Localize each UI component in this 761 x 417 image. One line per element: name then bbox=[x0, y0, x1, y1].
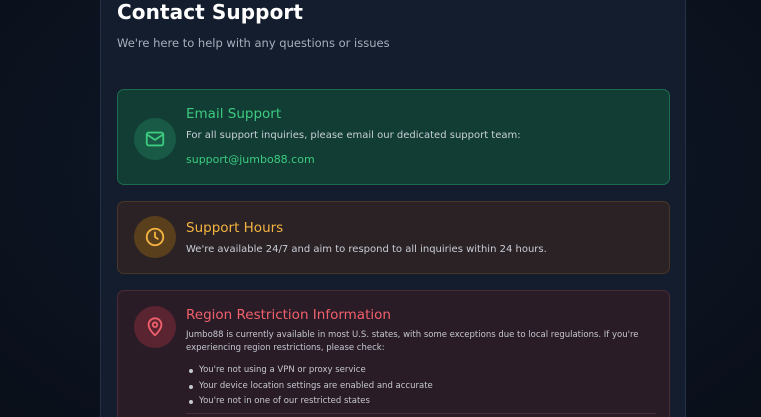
support-email-link[interactable]: support@jumbo88.com bbox=[186, 153, 315, 166]
contact-support-panel: Contact Support We're here to help with … bbox=[100, 0, 686, 417]
list-item: You're not in one of our restricted stat… bbox=[186, 394, 433, 410]
list-item: Your device location settings are enable… bbox=[186, 379, 433, 395]
region-restriction-text: Jumbo88 is currently available in most U… bbox=[186, 330, 639, 353]
page-title: Contact Support bbox=[117, 0, 304, 24]
email-support-text: For all support inquiries, please email … bbox=[186, 130, 521, 141]
support-hours-title: Support Hours bbox=[186, 220, 284, 236]
clock-icon bbox=[134, 216, 176, 258]
mail-icon bbox=[134, 118, 176, 160]
location-pin-icon bbox=[134, 306, 176, 348]
email-support-card: Email Support For all support inquiries,… bbox=[117, 89, 670, 185]
region-checklist: You're not using a VPN or proxy service … bbox=[186, 363, 433, 410]
email-support-title: Email Support bbox=[186, 106, 282, 122]
support-hours-card: Support Hours We're available 24/7 and a… bbox=[117, 201, 670, 274]
list-item: You're not using a VPN or proxy service bbox=[186, 363, 433, 379]
divider bbox=[186, 413, 656, 414]
support-hours-text: We're available 24/7 and aim to respond … bbox=[186, 244, 547, 255]
region-restriction-card: Region Restriction Information Jumbo88 i… bbox=[117, 290, 670, 417]
region-restriction-title: Region Restriction Information bbox=[186, 307, 391, 323]
page-subtitle: We're here to help with any questions or… bbox=[117, 36, 390, 50]
